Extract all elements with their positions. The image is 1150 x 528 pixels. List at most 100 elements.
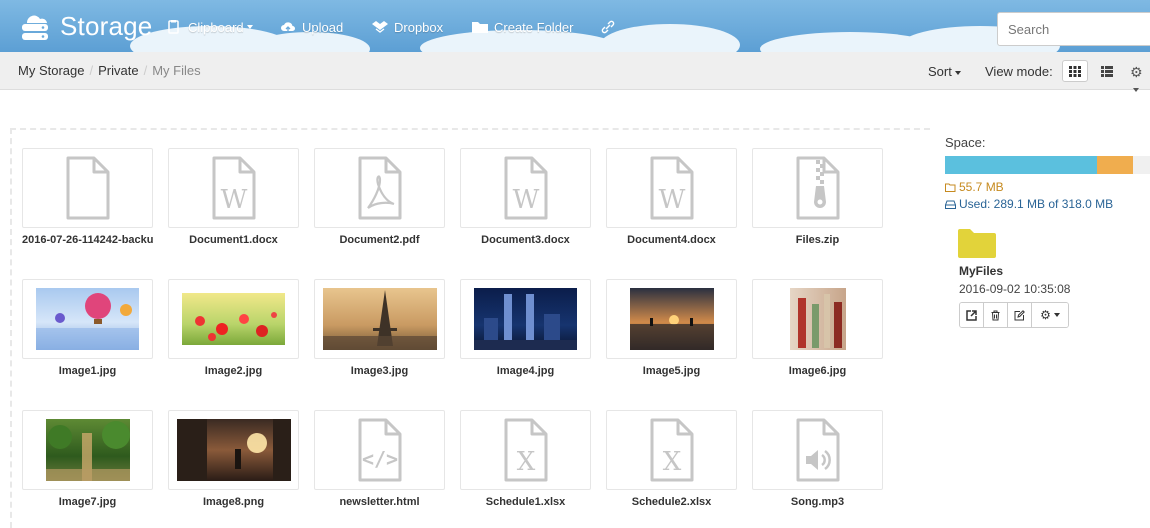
image-thumbnail [45,419,130,481]
image-thumbnail [474,288,577,350]
clipboard-label: Clipboard [188,19,244,35]
top-navbar: Storage Clipboard Upload Dropbox Create … [0,0,1150,52]
space-usage-bar [945,156,1150,174]
clipboard-button[interactable]: Clipboard [166,16,253,38]
file-tile[interactable]: W [168,148,299,228]
view-mode-label: View mode: [985,64,1053,79]
link-button[interactable] [600,16,622,38]
dropbox-button[interactable]: Dropbox [372,16,443,38]
svg-text:W: W [512,185,539,215]
breadcrumb-item[interactable]: My Storage [18,63,84,78]
gear-icon: ⚙ [1130,64,1143,80]
open-button[interactable] [960,303,984,327]
file-tile[interactable] [314,279,445,359]
link-icon [601,20,615,34]
edit-button[interactable] [1008,303,1032,327]
file-zip-icon [796,156,839,220]
svg-text:X: X [516,447,535,477]
upload-button[interactable]: Upload [280,16,343,38]
gear-icon: ⚙ [1040,308,1051,322]
storage-logo-icon [22,15,48,40]
space-used-text: Used: 289.1 MB of 318.0 MB [959,197,1114,211]
breadcrumb-item[interactable]: Private [98,63,138,78]
file-tile[interactable] [168,410,299,490]
file-generic-icon [66,156,109,220]
upload-label: Upload [302,19,344,35]
file-tile[interactable]: W [460,148,591,228]
folder-action-group: ⚙ [959,302,1069,328]
image-thumbnail [36,288,139,350]
list-icon [1101,65,1113,77]
file-name: Image3.jpg [350,365,409,377]
file-tile[interactable] [22,279,153,359]
folder-size: 55.7 MB [945,180,1004,194]
folder-name: MyFiles [959,264,1004,278]
dropbox-label: Dropbox [394,19,444,35]
file-name: Document1.docx [189,234,278,246]
grid-view-button[interactable] [1062,60,1088,82]
brand-name: Storage [60,10,153,41]
chevron-down-icon [1053,313,1060,317]
edit-icon [1014,309,1025,320]
list-view-button[interactable] [1094,60,1120,82]
file-code-icon: </> [358,418,401,482]
file-word-icon: W [212,156,255,220]
file-word-icon: W [504,156,547,220]
svg-text:W: W [220,185,247,215]
file-word-icon: W [650,156,693,220]
file-tile[interactable]: X [460,410,591,490]
file-tile[interactable]: </> [314,410,445,490]
settings-dropdown[interactable]: ⚙ [1130,64,1150,97]
file-tile[interactable] [168,279,299,359]
file-excel-icon: X [504,418,547,482]
trash-icon [991,310,1000,320]
image-thumbnail [182,293,285,345]
file-tile[interactable] [460,279,591,359]
file-name: Image4.jpg [496,365,555,377]
search-input[interactable] [997,12,1150,46]
sort-dropdown[interactable]: Sort [928,64,961,79]
file-name: Schedule2.xlsx [631,496,712,508]
file-tile[interactable] [752,148,883,228]
delete-button[interactable] [984,303,1008,327]
file-name: Schedule1.xlsx [485,496,566,508]
breadcrumb-current: My Files [152,63,201,78]
file-tile[interactable]: X [606,410,737,490]
image-thumbnail [176,419,291,481]
cloud-upload-icon [281,22,295,32]
image-thumbnail [322,288,437,350]
create-folder-button[interactable]: Create Folder [472,16,573,38]
space-used-info: Used: 289.1 MB of 318.0 MB [945,197,1113,211]
folder-icon [472,22,488,33]
brand[interactable]: Storage [16,9,152,43]
chevron-down-icon [954,70,961,75]
svg-text:W: W [658,185,685,215]
hdd-icon [945,200,956,209]
file-name: Image5.jpg [642,365,701,377]
file-name: Document3.docx [481,234,570,246]
file-tile[interactable] [314,148,445,228]
file-name: Document4.docx [627,234,716,246]
more-options-button[interactable]: ⚙ [1032,303,1068,327]
breadcrumb: My Storage / Private / My Files [18,63,201,78]
create-folder-label: Create Folder [494,19,574,35]
file-tile[interactable]: W [606,148,737,228]
file-audio-icon [796,418,839,482]
open-icon [966,309,977,321]
clipboard-icon [168,20,179,34]
breadcrumb-separator: / [143,63,148,78]
file-name: Files.zip [795,234,840,246]
space-label: Space: [945,135,986,150]
file-name: Image1.jpg [58,365,117,377]
file-tile[interactable] [22,410,153,490]
file-tile[interactable] [606,279,737,359]
file-tile[interactable] [752,410,883,490]
image-thumbnail [789,288,846,350]
file-name: Document2.pdf [339,234,420,246]
file-tile[interactable] [752,279,883,359]
file-name: newsletter.html [339,496,420,508]
file-tile[interactable] [22,148,153,228]
file-pdf-icon [358,156,401,220]
file-name: Image2.jpg [204,365,263,377]
breadcrumb-separator: / [89,63,94,78]
